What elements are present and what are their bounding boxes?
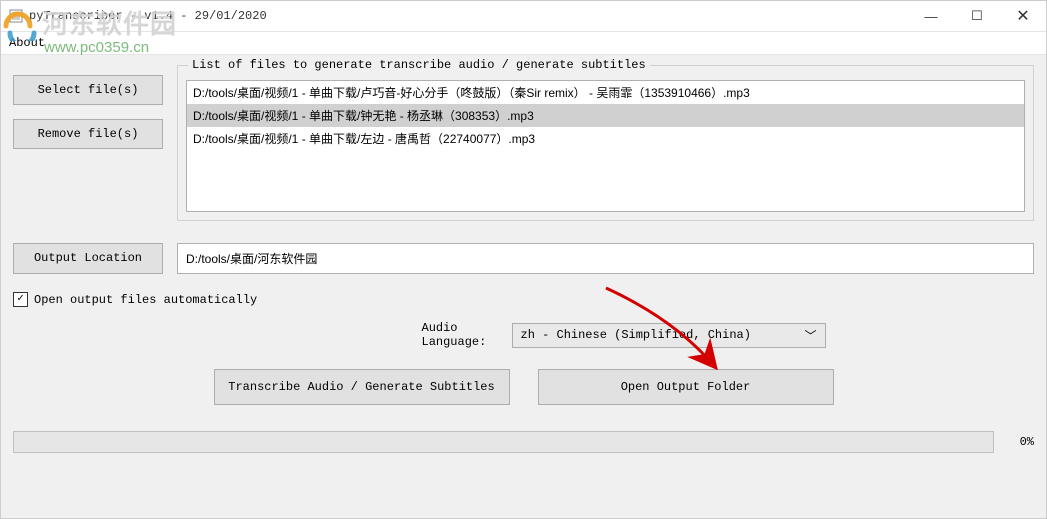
menu-about[interactable]: About [9,36,45,50]
progress-bar [13,431,994,453]
app-icon [9,9,23,23]
open-output-auto-label: Open output files automatically [34,293,257,307]
file-list-group-title: List of files to generate transcribe aud… [188,58,650,72]
audio-language-value: zh - Chinese (Simplified, China) [521,328,751,342]
list-item[interactable]: D:/tools/桌面/视频/1 - 单曲下载/左边 - 唐禹哲（2274007… [187,127,1024,150]
remove-files-button[interactable]: Remove file(s) [13,119,163,149]
open-output-folder-button[interactable]: Open Output Folder [538,369,834,405]
open-output-auto-checkbox[interactable]: ✓ [13,292,28,307]
output-location-button[interactable]: Output Location [13,243,163,274]
progress-percent: 0% [1006,435,1034,449]
window-title: pyTranscriber - v1.4 - 29/01/2020 [29,9,267,23]
close-button[interactable]: ✕ [1000,1,1046,31]
file-listbox[interactable]: D:/tools/桌面/视频/1 - 单曲下载/卢巧音-好心分手（咚鼓版）（秦S… [186,80,1025,212]
output-path-field[interactable]: D:/tools/桌面/河东软件园 [177,243,1034,274]
select-files-button[interactable]: Select file(s) [13,75,163,105]
list-item[interactable]: D:/tools/桌面/视频/1 - 单曲下载/卢巧音-好心分手（咚鼓版）（秦S… [187,81,1024,104]
audio-language-select[interactable]: zh - Chinese (Simplified, China) ﹀ [512,323,826,348]
maximize-button[interactable]: ☐ [954,1,1000,31]
minimize-button[interactable]: — [908,1,954,31]
content-area: Select file(s) Remove file(s) List of fi… [1,55,1046,518]
menu-bar: About [1,32,1046,55]
title-bar: pyTranscriber - v1.4 - 29/01/2020 — ☐ ✕ [1,1,1046,32]
chevron-down-icon: ﹀ [804,327,816,344]
file-list-group: List of files to generate transcribe aud… [177,65,1034,221]
transcribe-button[interactable]: Transcribe Audio / Generate Subtitles [214,369,510,405]
audio-language-label: Audio Language: [222,321,512,349]
list-item[interactable]: D:/tools/桌面/视频/1 - 单曲下载/钟无艳 - 杨丞琳（308353… [187,104,1024,127]
app-window: pyTranscriber - v1.4 - 29/01/2020 — ☐ ✕ … [0,0,1047,519]
